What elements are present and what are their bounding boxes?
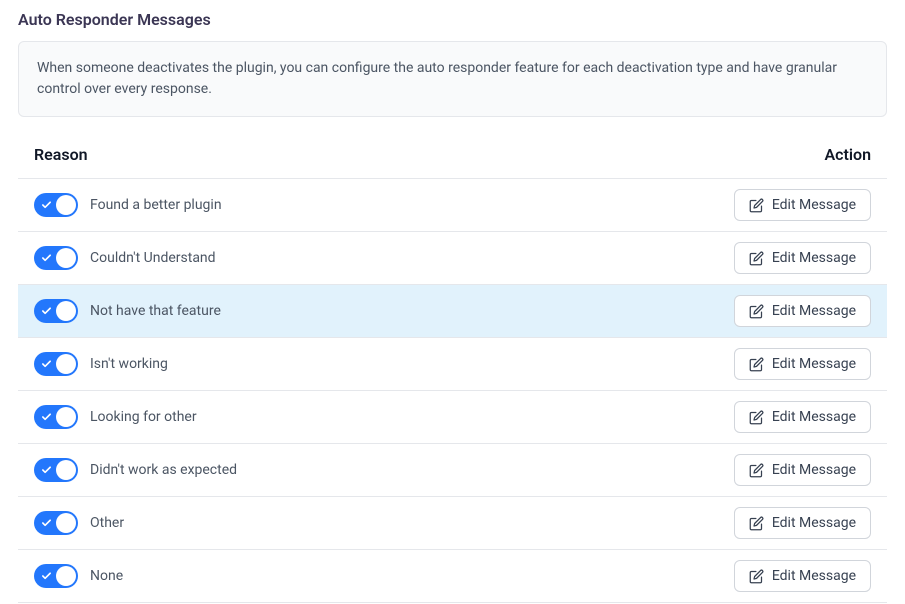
- reason-left: Found a better plugin: [34, 193, 222, 217]
- reason-label: Isn't working: [90, 356, 168, 372]
- reason-label: Other: [90, 515, 124, 531]
- reason-left: Not have that feature: [34, 299, 221, 323]
- edit-button-label: Edit Message: [772, 303, 856, 319]
- check-icon: [41, 518, 52, 529]
- edit-message-button[interactable]: Edit Message: [734, 242, 871, 274]
- reason-label: Not have that feature: [90, 303, 221, 319]
- edit-icon: [749, 198, 764, 213]
- reason-left: None: [34, 564, 123, 588]
- info-box: When someone deactivates the plugin, you…: [18, 41, 887, 117]
- column-header-action: Action: [824, 145, 871, 164]
- reason-row: Didn't work as expected Edit Message: [18, 443, 887, 496]
- toggle-switch[interactable]: [34, 193, 78, 217]
- edit-button-label: Edit Message: [772, 197, 856, 213]
- auto-responder-section: Auto Responder Messages When someone dea…: [0, 0, 905, 603]
- edit-message-button[interactable]: Edit Message: [734, 189, 871, 221]
- reason-row: Not have that feature Edit Message: [18, 284, 887, 337]
- edit-button-label: Edit Message: [772, 568, 856, 584]
- edit-icon: [749, 569, 764, 584]
- edit-icon: [749, 304, 764, 319]
- edit-message-button[interactable]: Edit Message: [734, 401, 871, 433]
- edit-icon: [749, 410, 764, 425]
- toggle-knob: [56, 301, 76, 321]
- toggle-knob: [56, 354, 76, 374]
- reason-left: Looking for other: [34, 405, 197, 429]
- reason-label: Looking for other: [90, 409, 197, 425]
- table-header: Reason Action: [18, 145, 887, 178]
- toggle-knob: [56, 566, 76, 586]
- reason-row: None Edit Message: [18, 549, 887, 602]
- toggle-switch[interactable]: [34, 352, 78, 376]
- edit-button-label: Edit Message: [772, 250, 856, 266]
- check-icon: [41, 412, 52, 423]
- column-header-reason: Reason: [34, 145, 88, 164]
- reason-label: Couldn't Understand: [90, 250, 216, 266]
- toggle-switch[interactable]: [34, 246, 78, 270]
- edit-button-label: Edit Message: [772, 515, 856, 531]
- reason-row: Other Edit Message: [18, 496, 887, 549]
- check-icon: [41, 253, 52, 264]
- reason-label: Didn't work as expected: [90, 462, 237, 478]
- reasons-list: Found a better pluginEdit MessageCouldn'…: [18, 178, 887, 602]
- reason-row: Isn't working Edit Message: [18, 337, 887, 390]
- edit-message-button[interactable]: Edit Message: [734, 560, 871, 592]
- reason-row: Looking for other Edit Message: [18, 390, 887, 443]
- toggle-knob: [56, 460, 76, 480]
- edit-message-button[interactable]: Edit Message: [734, 348, 871, 380]
- edit-icon: [749, 251, 764, 266]
- toggle-knob: [56, 407, 76, 427]
- reason-left: Other: [34, 511, 124, 535]
- edit-button-label: Edit Message: [772, 356, 856, 372]
- toggle-knob: [56, 195, 76, 215]
- check-icon: [41, 359, 52, 370]
- check-icon: [41, 306, 52, 317]
- list-bottom-border: [18, 602, 887, 603]
- edit-button-label: Edit Message: [772, 462, 856, 478]
- edit-message-button[interactable]: Edit Message: [734, 507, 871, 539]
- reason-left: Didn't work as expected: [34, 458, 237, 482]
- toggle-knob: [56, 248, 76, 268]
- check-icon: [41, 465, 52, 476]
- edit-icon: [749, 516, 764, 531]
- check-icon: [41, 200, 52, 211]
- page-title: Auto Responder Messages: [18, 10, 887, 29]
- toggle-knob: [56, 513, 76, 533]
- edit-message-button[interactable]: Edit Message: [734, 295, 871, 327]
- edit-button-label: Edit Message: [772, 409, 856, 425]
- toggle-switch[interactable]: [34, 564, 78, 588]
- toggle-switch[interactable]: [34, 299, 78, 323]
- toggle-switch[interactable]: [34, 405, 78, 429]
- toggle-switch[interactable]: [34, 511, 78, 535]
- reason-left: Couldn't Understand: [34, 246, 216, 270]
- reason-label: None: [90, 568, 123, 584]
- toggle-switch[interactable]: [34, 458, 78, 482]
- reason-label: Found a better plugin: [90, 197, 222, 213]
- reason-left: Isn't working: [34, 352, 168, 376]
- edit-message-button[interactable]: Edit Message: [734, 454, 871, 486]
- edit-icon: [749, 463, 764, 478]
- reason-row: Couldn't Understand Edit Message: [18, 231, 887, 284]
- check-icon: [41, 571, 52, 582]
- edit-icon: [749, 357, 764, 372]
- reason-row: Found a better plugin Edit Message: [18, 178, 887, 231]
